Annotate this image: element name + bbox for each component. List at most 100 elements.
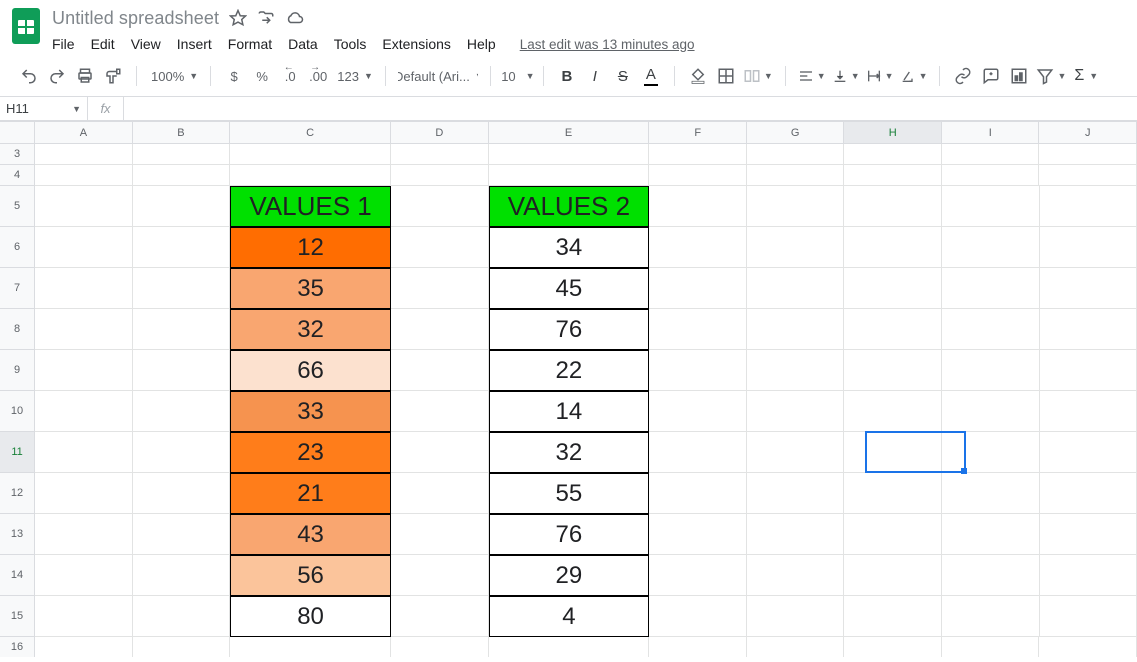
cell-J11[interactable]	[1040, 432, 1137, 473]
cell-F4[interactable]	[649, 165, 747, 186]
strikethrough-button[interactable]: S	[612, 64, 634, 88]
text-rotation-button[interactable]: ▼	[900, 64, 928, 88]
cell-D6[interactable]	[391, 227, 489, 268]
cell-J3[interactable]	[1039, 144, 1137, 165]
cell-I4[interactable]	[942, 165, 1040, 186]
cell-I5[interactable]	[942, 186, 1040, 227]
cell-E5[interactable]: VALUES 2	[489, 186, 650, 227]
cell-J12[interactable]	[1040, 473, 1137, 514]
cell-B12[interactable]	[133, 473, 231, 514]
cell-E3[interactable]	[489, 144, 650, 165]
cell-C5[interactable]: VALUES 1	[230, 186, 391, 227]
row-header-3[interactable]: 3	[0, 144, 35, 165]
cell-C13[interactable]: 43	[230, 514, 391, 555]
cell-I7[interactable]	[942, 268, 1040, 309]
cell-G15[interactable]	[747, 596, 845, 637]
functions-button[interactable]: Σ▼	[1072, 64, 1098, 88]
cell-C7[interactable]: 35	[230, 268, 391, 309]
cell-F16[interactable]	[649, 637, 747, 657]
cell-D12[interactable]	[391, 473, 489, 514]
cell-H16[interactable]	[844, 637, 942, 657]
row-header-13[interactable]: 13	[0, 514, 35, 555]
cell-B14[interactable]	[133, 555, 231, 596]
cell-C16[interactable]	[230, 637, 391, 657]
cell-D16[interactable]	[391, 637, 489, 657]
cell-A14[interactable]	[35, 555, 133, 596]
cell-D10[interactable]	[391, 391, 489, 432]
cell-F12[interactable]	[649, 473, 747, 514]
cell-H14[interactable]	[844, 555, 942, 596]
menu-tools[interactable]: Tools	[334, 36, 367, 52]
paint-format-button[interactable]	[102, 64, 124, 88]
cell-B11[interactable]	[133, 432, 231, 473]
row-header-15[interactable]: 15	[0, 596, 35, 637]
cell-F15[interactable]	[649, 596, 747, 637]
cell-B10[interactable]	[133, 391, 231, 432]
cell-A15[interactable]	[35, 596, 133, 637]
cell-D9[interactable]	[391, 350, 489, 391]
cell-F8[interactable]	[649, 309, 747, 350]
font-select[interactable]: Default (Ari...▼	[398, 64, 478, 88]
cell-B15[interactable]	[133, 596, 231, 637]
cell-F6[interactable]	[649, 227, 747, 268]
cell-C3[interactable]	[230, 144, 391, 165]
menu-help[interactable]: Help	[467, 36, 496, 52]
borders-button[interactable]	[715, 64, 737, 88]
menu-insert[interactable]: Insert	[177, 36, 212, 52]
row-header-12[interactable]: 12	[0, 473, 35, 514]
print-button[interactable]	[74, 64, 96, 88]
cell-I13[interactable]	[942, 514, 1040, 555]
cell-D3[interactable]	[391, 144, 489, 165]
doc-name[interactable]: Untitled spreadsheet	[52, 8, 219, 29]
cell-C8[interactable]: 32	[230, 309, 391, 350]
cell-J7[interactable]	[1040, 268, 1137, 309]
decrease-decimal-button[interactable]: ←.0	[279, 64, 301, 88]
filter-button[interactable]: ▼	[1036, 64, 1066, 88]
cell-E16[interactable]	[489, 637, 650, 657]
cell-C14[interactable]: 56	[230, 555, 391, 596]
cell-J13[interactable]	[1040, 514, 1137, 555]
cell-D13[interactable]	[391, 514, 489, 555]
col-header-H[interactable]: H	[844, 121, 942, 144]
col-header-A[interactable]: A	[35, 121, 133, 144]
cell-C6[interactable]: 12	[230, 227, 391, 268]
cell-I16[interactable]	[942, 637, 1040, 657]
cell-I8[interactable]	[942, 309, 1040, 350]
cell-H4[interactable]	[844, 165, 942, 186]
cell-D5[interactable]	[391, 186, 489, 227]
row-header-4[interactable]: 4	[0, 165, 35, 186]
cell-A16[interactable]	[35, 637, 133, 657]
cell-B5[interactable]	[133, 186, 231, 227]
cell-G13[interactable]	[747, 514, 845, 555]
fill-color-button[interactable]	[687, 64, 709, 88]
cell-G7[interactable]	[747, 268, 845, 309]
cell-H12[interactable]	[844, 473, 942, 514]
cell-A9[interactable]	[35, 350, 133, 391]
cell-A4[interactable]	[35, 165, 133, 186]
number-format-button[interactable]: 123▼	[335, 64, 373, 88]
undo-button[interactable]	[18, 64, 40, 88]
cell-J14[interactable]	[1040, 555, 1137, 596]
cell-G6[interactable]	[747, 227, 845, 268]
sheets-logo[interactable]	[10, 6, 42, 46]
cell-D8[interactable]	[391, 309, 489, 350]
select-all-corner[interactable]	[0, 121, 35, 144]
cell-C4[interactable]	[230, 165, 391, 186]
cell-E10[interactable]: 14	[489, 391, 650, 432]
cell-E14[interactable]: 29	[489, 555, 650, 596]
cell-E8[interactable]: 76	[489, 309, 650, 350]
insert-chart-button[interactable]	[1008, 64, 1030, 88]
text-color-button[interactable]: A	[640, 64, 662, 88]
menu-file[interactable]: File	[52, 36, 75, 52]
cell-D15[interactable]	[391, 596, 489, 637]
col-header-I[interactable]: I	[942, 121, 1040, 144]
cell-G8[interactable]	[747, 309, 845, 350]
menu-data[interactable]: Data	[288, 36, 318, 52]
cell-B13[interactable]	[133, 514, 231, 555]
col-header-B[interactable]: B	[133, 121, 231, 144]
menu-view[interactable]: View	[131, 36, 161, 52]
cell-F9[interactable]	[649, 350, 747, 391]
row-header-5[interactable]: 5	[0, 186, 35, 227]
cell-I14[interactable]	[942, 555, 1040, 596]
col-header-F[interactable]: F	[649, 121, 747, 144]
